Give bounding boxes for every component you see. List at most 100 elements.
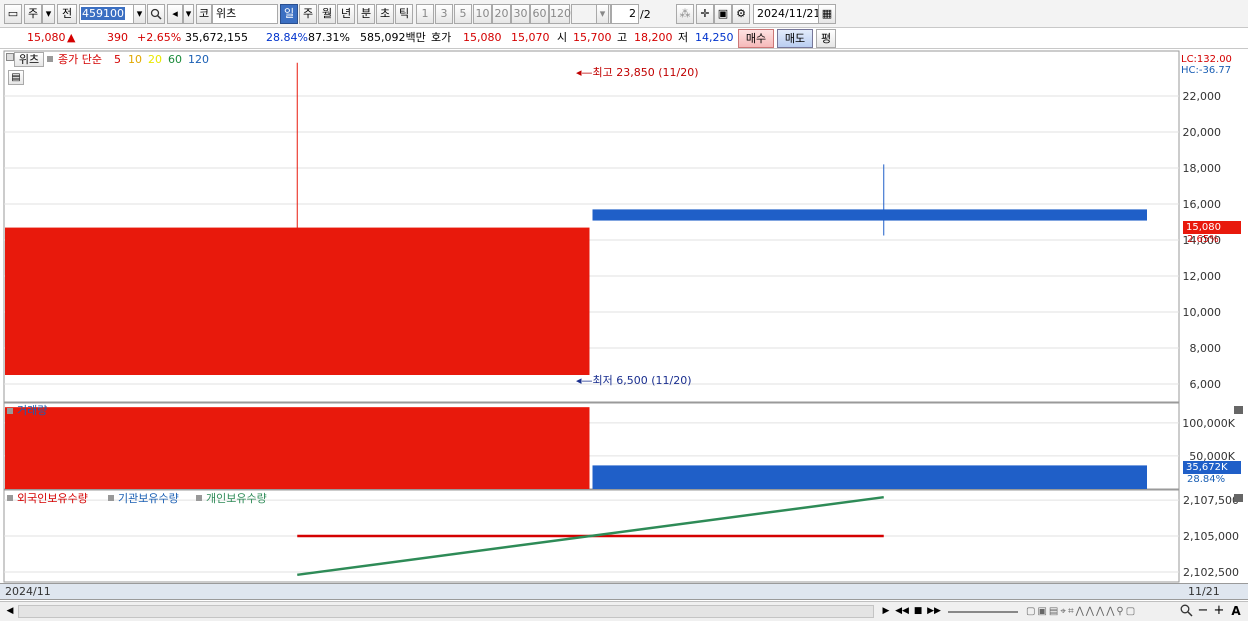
magnifier-icon[interactable] [1180, 604, 1194, 618]
layout-icon[interactable]: ▭ [4, 4, 22, 24]
pane-close-icon[interactable] [1234, 494, 1243, 502]
low-label: 저 [678, 31, 689, 44]
price-tick-label: 10,000 [1183, 306, 1222, 319]
bottom-bar: ◀ ▶ ◀◀ ■ ▶▶ ▢▣▤⌖⌗⋀⋀⋀⋀⚲▢ − + A [0, 601, 1248, 621]
stop-icon[interactable]: ■ [911, 605, 925, 618]
interval-10-button[interactable]: 10 [473, 4, 492, 24]
chevron-down-icon[interactable]: ▾ [42, 4, 55, 24]
open-price: 15,700 [573, 31, 612, 44]
legend-bullet-icon [196, 495, 202, 501]
quote-volume-ratio: 28.84% [266, 31, 308, 44]
up-arrow-icon: ▲ [67, 31, 76, 44]
code-value: 459100 [81, 7, 125, 20]
sell-button[interactable]: 매도 [777, 29, 813, 48]
period-tick-button[interactable]: 틱 [395, 4, 413, 24]
legend-toggle-icon[interactable] [6, 53, 14, 61]
period-month-button[interactable]: 월 [318, 4, 336, 24]
chart-canvas: 22,00020,00018,00016,00014,00012,00010,0… [3, 50, 1239, 583]
low-annotation: ◂—최저 6,500 (11/20) [576, 374, 692, 387]
prev-button[interactable]: 전 [57, 4, 77, 24]
current-pct-tag: 2.65% [1187, 234, 1219, 245]
play-icon[interactable]: ▶ [879, 605, 893, 618]
price-tick-label: 8,000 [1190, 342, 1222, 355]
footer-end-date: 11/21 [1188, 585, 1220, 598]
holding-tick-label: 2,107,500 [1183, 494, 1239, 507]
hc-label: HC:-36.77 [1181, 65, 1232, 76]
low-annotation-text: 최저 6,500 (11/20) [592, 374, 692, 387]
high-annotation: ◂—최고 23,850 (11/20) [576, 66, 699, 79]
legend-ma-60: 60 [168, 53, 182, 66]
gear-icon[interactable]: ⚙ [732, 4, 750, 24]
quote-ratio2: 87.31% [308, 31, 350, 44]
period-day-button[interactable]: 일 [280, 4, 298, 24]
interval-1-button[interactable]: 1 [416, 4, 434, 24]
page-total: /2 [640, 8, 651, 21]
volume-bar [592, 465, 1147, 489]
period-year-button[interactable]: 년 [337, 4, 355, 24]
holding-axis: 2,107,500 2,105,000 2,102,500 [1183, 494, 1239, 579]
high-label: 고 [617, 31, 628, 44]
scroll-left-icon[interactable]: ◀ [3, 605, 17, 618]
volume-tick-label: 100,000K [1182, 417, 1235, 430]
hoga-label: 호가 [431, 31, 452, 44]
drawing-tools-icon[interactable]: ▢▣▤⌖⌗⋀⋀⋀⋀⚲▢ [1026, 605, 1176, 618]
open-label: 시 [557, 31, 568, 44]
low-price: 14,250 [695, 31, 734, 44]
price-tick-label: 20,000 [1183, 126, 1222, 139]
page-input[interactable]: 2 [611, 4, 639, 24]
pane-close-icon[interactable] [1234, 406, 1243, 414]
interval-30-button[interactable]: 30 [511, 4, 530, 24]
period-second-button[interactable]: 초 [376, 4, 394, 24]
exchange-tag: 코 [196, 4, 212, 24]
buy-button[interactable]: 매수 [738, 29, 774, 48]
interval-dropdown-icon[interactable]: ▾ [596, 4, 609, 24]
quote-change-pct: +2.65% [137, 31, 182, 44]
code-dropdown-icon[interactable]: ▾ [133, 4, 146, 24]
legend-ma-10: 10 [128, 53, 142, 66]
search-icon[interactable] [147, 4, 165, 24]
speaker-icon[interactable]: ◂ [167, 4, 183, 24]
avg-button[interactable]: 평 [816, 29, 836, 48]
quote-change: 390 [107, 31, 128, 44]
quote-amount: 585,092백만 [360, 31, 426, 44]
code-input[interactable]: 459100 [79, 4, 135, 24]
calendar-icon[interactable]: ▦ [818, 4, 836, 24]
legend-bullet-icon [108, 495, 114, 501]
zoom-out-icon[interactable]: − [1197, 604, 1209, 618]
interval-3-button[interactable]: 3 [435, 4, 453, 24]
zoom-slider[interactable] [948, 611, 1018, 613]
crosshair-icon[interactable]: ✛ [696, 4, 714, 24]
fast-forward-icon[interactable]: ▶▶ [927, 605, 941, 618]
footer-start-date: 2024/11 [5, 585, 51, 598]
volume-title: 거래량 [17, 404, 48, 417]
volume-axis: 100,000K50,000K [1182, 417, 1235, 463]
quote-volume: 35,672,155 [185, 31, 248, 44]
ask-price: 15,080 [463, 31, 502, 44]
candle-body [592, 209, 1147, 221]
high-annotation-text: 최고 23,850 (11/20) [592, 66, 699, 79]
legend-institution: 기관보유수량 [118, 492, 179, 505]
period-week-button[interactable]: 주 [299, 4, 317, 24]
link-icon[interactable]: ⁂ [676, 4, 694, 24]
interval-120-button[interactable]: 120 [549, 4, 571, 24]
stock-name-field[interactable]: 위츠 [212, 4, 278, 24]
interval-20-button[interactable]: 20 [492, 4, 511, 24]
legend-individual: 개인보유수량 [206, 492, 267, 505]
speaker-dropdown-icon[interactable]: ▾ [183, 4, 194, 24]
price-tick-label: 16,000 [1183, 198, 1222, 211]
horizontal-scrollbar[interactable] [18, 605, 874, 618]
legend-ma-120: 120 [188, 53, 209, 66]
save-icon[interactable]: ▣ [714, 4, 732, 24]
zoom-in-icon[interactable]: + [1213, 604, 1225, 618]
interval-60-button[interactable]: 60 [530, 4, 549, 24]
period-weekly-button[interactable]: 주 [24, 4, 42, 24]
interval-5-button[interactable]: 5 [454, 4, 472, 24]
table-icon[interactable]: ▤ [8, 70, 24, 85]
volume-pct-tag: 28.84% [1187, 474, 1226, 485]
auto-scale-icon[interactable]: A [1229, 604, 1243, 618]
current-price-tag: 15,080 [1183, 221, 1241, 234]
legend-stock-name[interactable]: 위츠 [14, 52, 44, 67]
rewind-icon[interactable]: ◀◀ [895, 605, 909, 618]
date-input[interactable]: 2024/11/21 [753, 4, 820, 24]
period-minute-button[interactable]: 분 [357, 4, 375, 24]
